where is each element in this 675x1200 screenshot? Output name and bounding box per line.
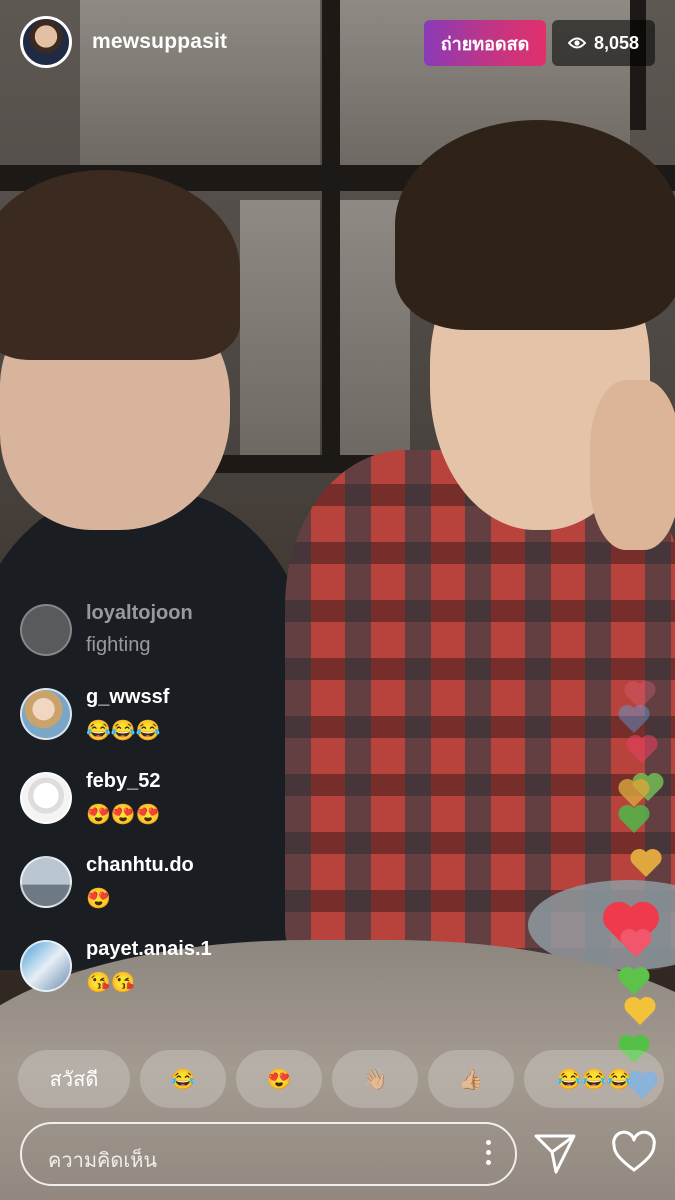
comment-item: chanhtu.do 😍 <box>20 852 420 912</box>
more-options-icon[interactable] <box>483 1140 493 1170</box>
quick-reply-chip[interactable]: 😂😂😂 <box>524 1050 664 1108</box>
commenter-username[interactable]: chanhtu.do <box>86 854 194 877</box>
comment-input[interactable]: ความคิดเห็น <box>20 1122 517 1186</box>
heart-icon <box>619 928 653 958</box>
heart-icon <box>625 734 659 764</box>
window-pane <box>240 200 320 460</box>
commenter-avatar[interactable] <box>20 940 72 992</box>
viewer-count: 8,058 <box>593 32 640 53</box>
floating-hearts <box>595 660 675 1110</box>
quick-reply-row: สวัสดี 😂 😍 👋🏼 👍🏼 😂😂😂 <box>18 1050 675 1108</box>
comment-placeholder: ความคิดเห็น <box>48 1150 158 1172</box>
live-badge: ถ่ายทอดสด <box>424 20 546 66</box>
person-left-hair <box>0 170 240 360</box>
commenter-avatar[interactable] <box>20 856 72 908</box>
host-avatar[interactable] <box>20 16 72 68</box>
quick-reply-chip[interactable]: 👋🏼 <box>332 1050 418 1108</box>
person-right-hand <box>590 380 675 550</box>
heart-icon <box>617 966 651 996</box>
commenter-username[interactable]: loyaltojoon <box>86 602 193 625</box>
comment-text: 😍😍😍 <box>86 804 161 826</box>
quick-reply-chip[interactable]: 👍🏼 <box>428 1050 514 1108</box>
viewer-count-badge[interactable]: 8,058 <box>552 20 655 66</box>
commenter-username[interactable]: feby_52 <box>86 770 161 793</box>
heart-icon[interactable] <box>610 1130 658 1176</box>
comment-item: feby_52 😍😍😍 <box>20 768 420 828</box>
commenter-username[interactable]: payet.anais.1 <box>86 938 212 961</box>
comment-item: payet.anais.1 😘😘 <box>20 936 420 996</box>
send-icon[interactable] <box>532 1130 578 1176</box>
comment-text: fighting <box>86 634 151 656</box>
heart-icon <box>629 848 663 878</box>
commenter-username[interactable]: g_wwssf <box>86 686 169 709</box>
person-right-hair <box>395 120 675 330</box>
comment-text: 😘😘 <box>86 972 136 994</box>
comment-item: loyaltojoon fighting <box>20 600 420 660</box>
host-username[interactable]: mewsuppasit <box>92 30 227 54</box>
heart-icon <box>623 996 657 1026</box>
quick-reply-chip[interactable]: 😍 <box>236 1050 322 1108</box>
live-header: mewsuppasit ถ่ายทอดสด 8,058 <box>0 0 675 90</box>
comment-text: 😍 <box>86 888 111 910</box>
heart-icon <box>617 804 651 834</box>
quick-reply-chip[interactable]: สวัสดี <box>18 1050 130 1108</box>
comment-item: g_wwssf 😂😂😂 <box>20 684 420 744</box>
quick-reply-chip[interactable]: 😂 <box>140 1050 226 1108</box>
comment-text: 😂😂😂 <box>86 720 161 742</box>
commenter-avatar[interactable] <box>20 688 72 740</box>
heart-icon <box>617 704 651 734</box>
commenter-avatar[interactable] <box>20 604 72 656</box>
commenter-avatar[interactable] <box>20 772 72 824</box>
eye-icon <box>567 37 586 49</box>
